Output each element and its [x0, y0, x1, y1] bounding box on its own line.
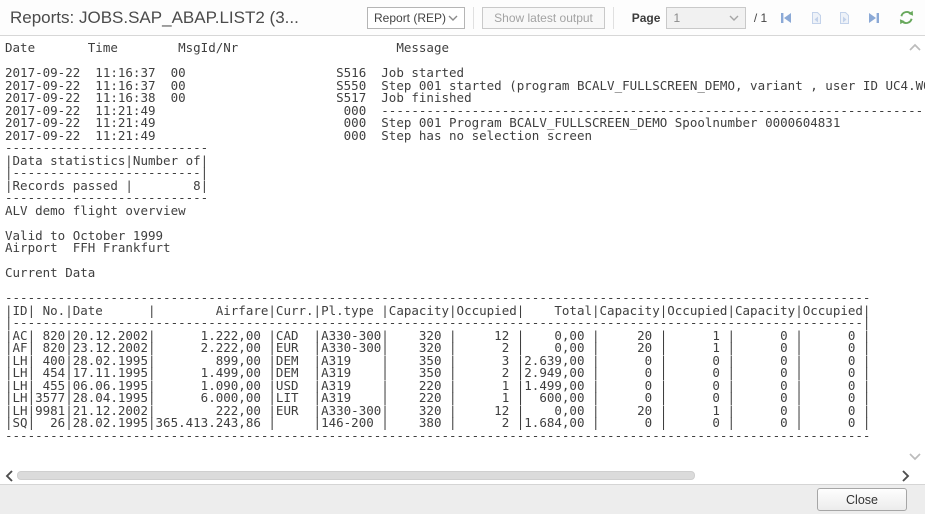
- scroll-down-icon[interactable]: [908, 452, 922, 462]
- show-latest-output-button[interactable]: Show latest output: [482, 7, 605, 29]
- page-select[interactable]: 1: [666, 7, 745, 29]
- close-button[interactable]: Close: [817, 488, 907, 511]
- page-label: Page: [632, 11, 661, 25]
- toolbar-divider: [613, 7, 614, 29]
- report-log-text: Date Time MsgId/Nr Message 2017-09-22 11…: [0, 37, 925, 442]
- first-page-button[interactable]: [775, 7, 797, 29]
- scroll-right-icon[interactable]: [901, 469, 911, 483]
- chevron-down-icon: [729, 14, 739, 22]
- report-type-select[interactable]: Report (REP): [367, 7, 465, 29]
- scroll-left-icon[interactable]: [4, 469, 14, 483]
- page-title: Reports: JOBS.SAP_ABAP.LIST2 (3...: [10, 8, 363, 28]
- footer-bar: Close: [0, 484, 925, 514]
- page-select-value: 1: [673, 11, 680, 25]
- horizontal-scroll-thumb[interactable]: [17, 471, 695, 480]
- horizontal-scrollbar[interactable]: [0, 468, 925, 484]
- next-page-icon: [837, 10, 853, 26]
- toolbar: Reports: JOBS.SAP_ABAP.LIST2 (3... Repor…: [0, 0, 925, 36]
- first-page-icon: [778, 10, 794, 26]
- scroll-up-icon[interactable]: [908, 42, 922, 52]
- report-viewer-window: Reports: JOBS.SAP_ABAP.LIST2 (3... Repor…: [0, 0, 925, 514]
- previous-page-button[interactable]: [805, 7, 827, 29]
- vertical-scrollbar[interactable]: [905, 40, 925, 464]
- previous-page-icon: [808, 10, 824, 26]
- page-count: / 1: [754, 11, 767, 25]
- refresh-button[interactable]: [896, 7, 918, 29]
- next-page-button[interactable]: [834, 7, 856, 29]
- report-type-select-value: Report (REP): [374, 11, 446, 25]
- refresh-icon: [898, 9, 915, 26]
- toolbar-divider: [473, 7, 474, 29]
- report-output-area[interactable]: Date Time MsgId/Nr Message 2017-09-22 11…: [0, 37, 925, 468]
- last-page-icon: [866, 10, 882, 26]
- chevron-down-icon: [448, 14, 458, 22]
- last-page-button[interactable]: [863, 7, 885, 29]
